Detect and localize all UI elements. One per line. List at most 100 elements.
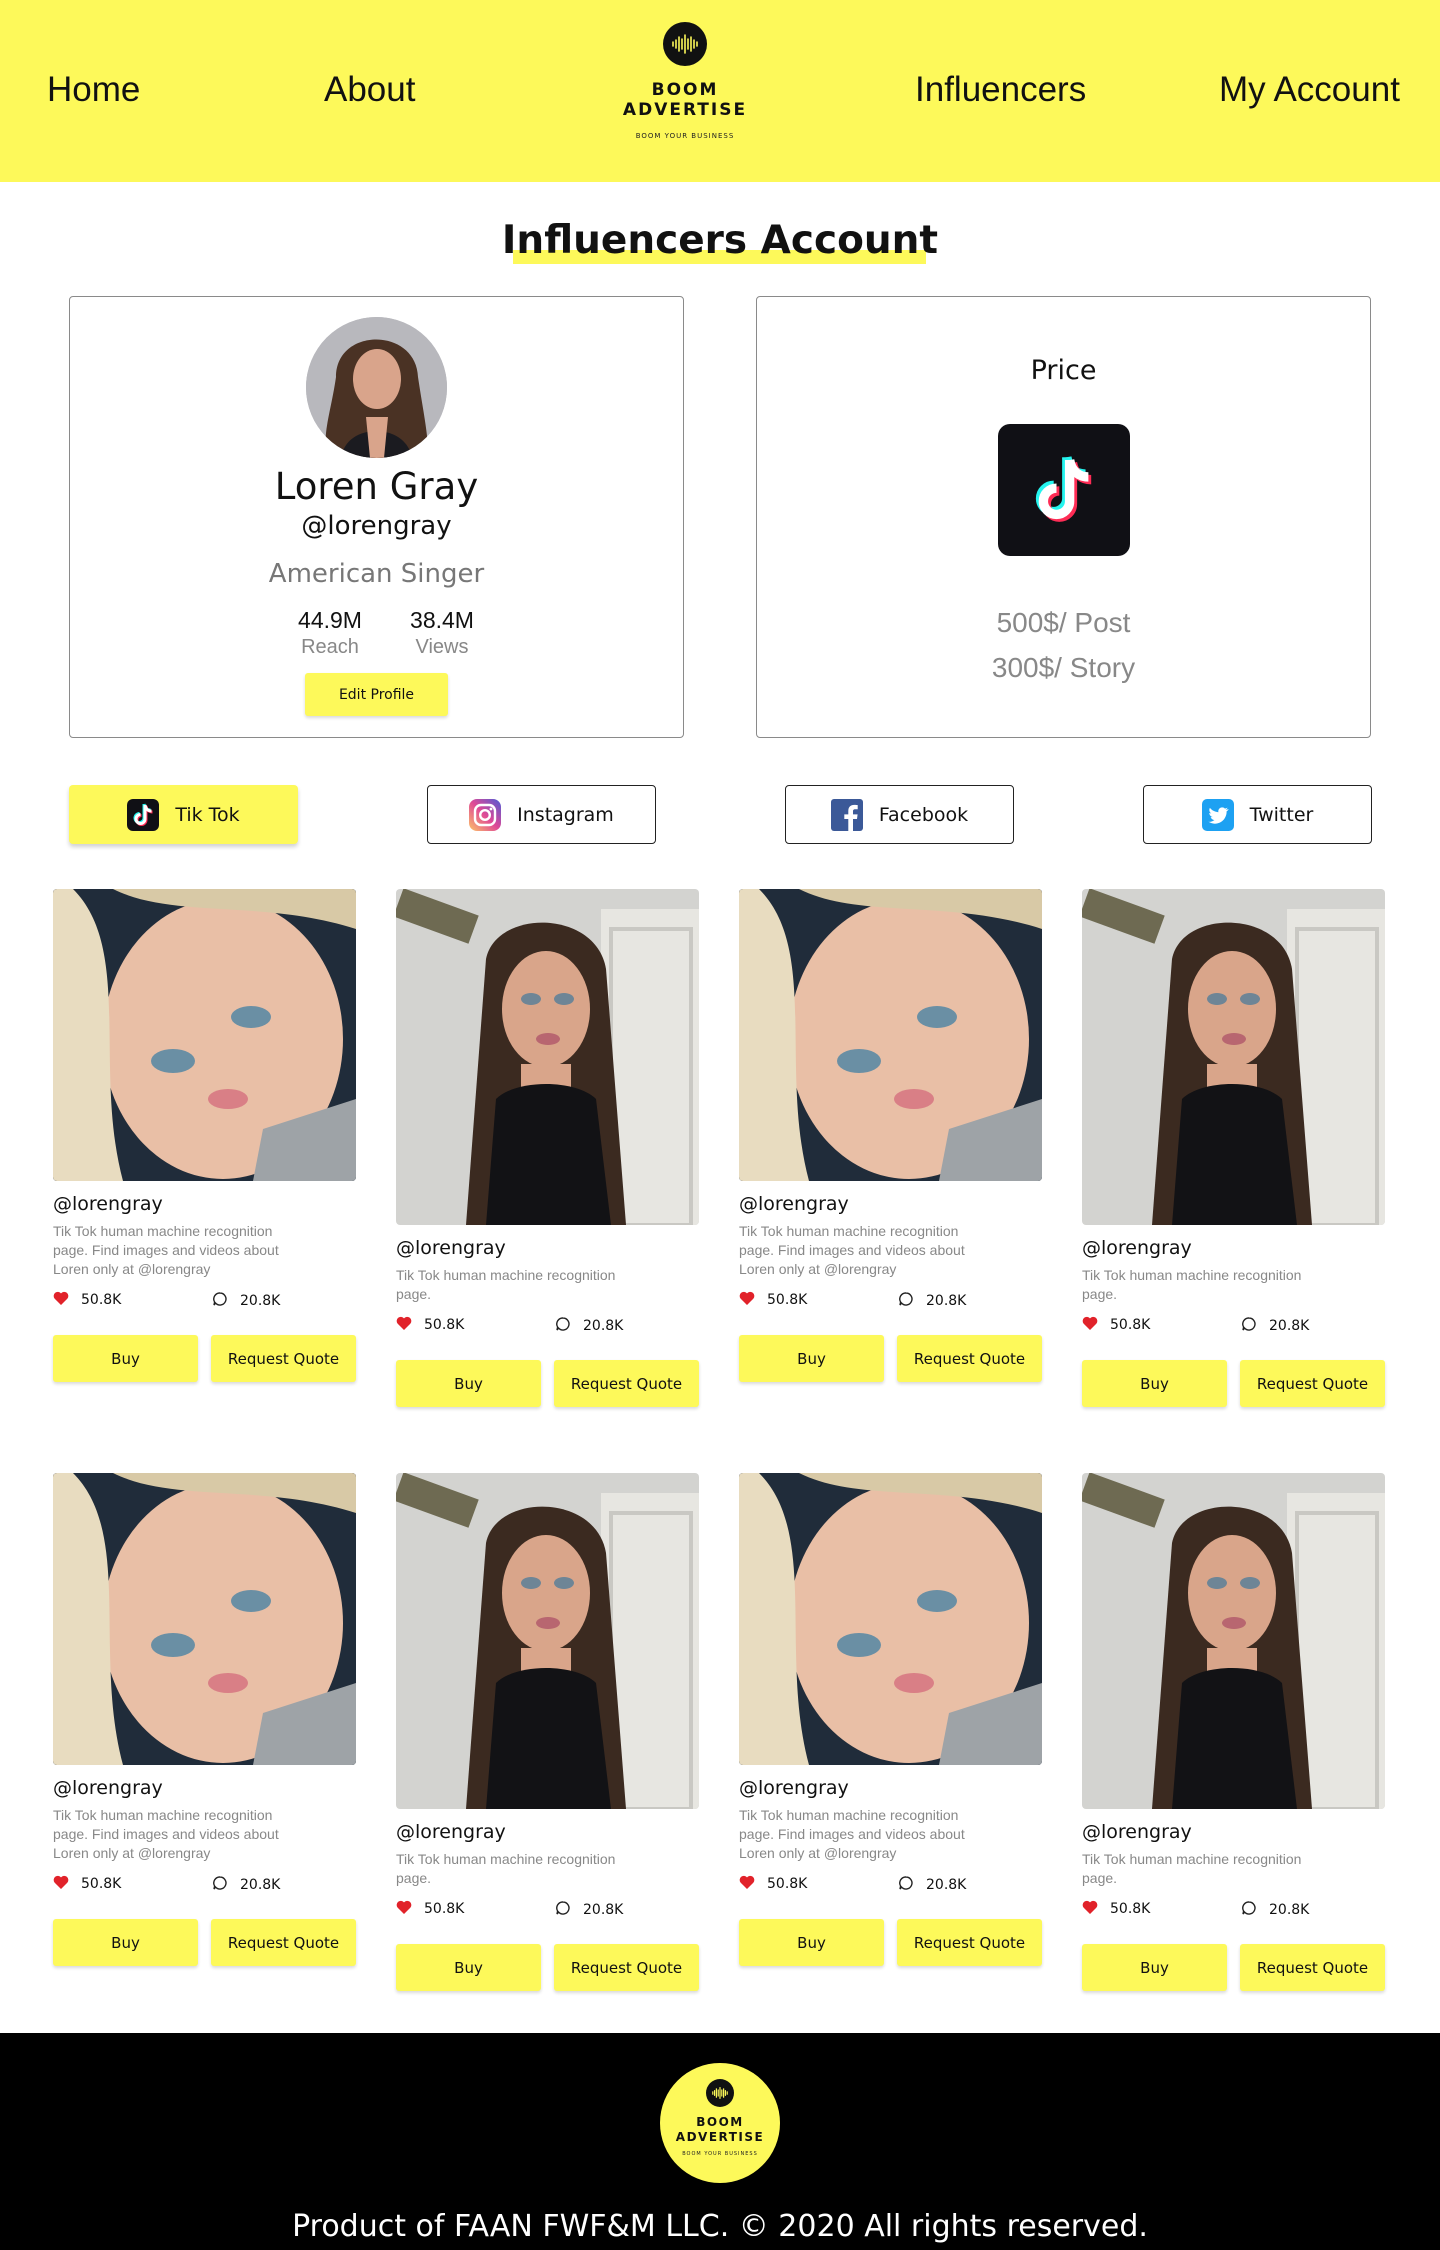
edit-profile-button[interactable]: Edit Profile [305, 673, 448, 716]
page-title: Influencers Account [501, 218, 939, 263]
tab-tiktok-label: Tik Tok [175, 803, 240, 826]
tab-tiktok[interactable]: Tik Tok [69, 785, 298, 844]
post-likes[interactable]: 50.8K [53, 1875, 121, 1893]
request-quote-button[interactable]: Request Quote [211, 1919, 356, 1966]
comments-count: 20.8K [240, 1293, 281, 1309]
nav-influencers[interactable]: Influencers [915, 70, 1086, 110]
post-description: Tik Tok human machine recognition page. … [739, 1223, 965, 1277]
post-image[interactable] [396, 889, 699, 1225]
post-likes[interactable]: 50.8K [53, 1291, 121, 1309]
nav-home[interactable]: Home [47, 70, 140, 110]
post-image[interactable] [1082, 889, 1385, 1225]
comments-count: 20.8K [240, 1877, 281, 1893]
post-actions: Buy Request Quote [396, 1360, 699, 1408]
post-comments[interactable]: 20.8K [555, 1316, 623, 1336]
buy-button[interactable]: Buy [396, 1944, 541, 1991]
tab-instagram-label: Instagram [517, 803, 614, 826]
tiktok-icon [998, 424, 1130, 556]
post-image[interactable] [739, 1473, 1042, 1765]
post-stats: 50.8K 20.8K [396, 1900, 699, 1922]
stat-reach-value: 44.9M [298, 607, 362, 633]
tab-instagram[interactable]: Instagram [427, 785, 656, 844]
post-image[interactable] [53, 1473, 356, 1765]
post-handle: @lorengray [739, 1193, 849, 1215]
post-stats: 50.8K 20.8K [739, 1291, 1042, 1313]
footer-logo[interactable]: BOOM ADVERTISE BOOM YOUR BUSINESS [660, 2063, 780, 2183]
post-stats: 50.8K 20.8K [1082, 1900, 1385, 1922]
comments-count: 20.8K [583, 1902, 624, 1918]
post-description: Tik Tok human machine recognition page. [1082, 1851, 1302, 1886]
post-image[interactable] [53, 889, 356, 1181]
heart-icon [739, 1875, 755, 1893]
comment-icon [555, 1316, 571, 1336]
request-quote-button[interactable]: Request Quote [897, 1335, 1042, 1382]
comment-icon [898, 1875, 914, 1895]
price-title: Price [1030, 355, 1097, 386]
post-handle: @lorengray [1082, 1821, 1192, 1843]
buy-button[interactable]: Buy [53, 1335, 198, 1382]
likes-count: 50.8K [81, 1876, 122, 1892]
request-quote-button[interactable]: Request Quote [1240, 1944, 1385, 1991]
heart-icon [1082, 1900, 1098, 1918]
logo-tagline: BOOM YOUR BUSINESS [635, 132, 735, 140]
nav-my-account[interactable]: My Account [1219, 70, 1400, 110]
post-comments[interactable]: 20.8K [898, 1875, 966, 1895]
tab-twitter-label: Twitter [1249, 803, 1314, 826]
post-image[interactable] [739, 889, 1042, 1181]
request-quote-button[interactable]: Request Quote [554, 1944, 699, 1991]
post-comments[interactable]: 20.8K [555, 1900, 623, 1920]
post-handle: @lorengray [1082, 1237, 1192, 1259]
comments-count: 20.8K [926, 1877, 967, 1893]
likes-count: 50.8K [81, 1292, 122, 1308]
post-likes[interactable]: 50.8K [1082, 1900, 1150, 1918]
request-quote-button[interactable]: Request Quote [897, 1919, 1042, 1966]
post-card: @lorengray Tik Tok human machine recogni… [739, 1473, 1042, 1967]
price-card: Price 500$/ Post 300$/ Story [756, 296, 1371, 738]
buy-button[interactable]: Buy [739, 1335, 884, 1382]
post-image[interactable] [1082, 1473, 1385, 1809]
buy-button[interactable]: Buy [1082, 1944, 1227, 1991]
likes-count: 50.8K [424, 1317, 465, 1333]
site-footer: BOOM ADVERTISE BOOM YOUR BUSINESS Produc… [0, 2033, 1440, 2250]
post-likes[interactable]: 50.8K [396, 1316, 464, 1334]
post-comments[interactable]: 20.8K [1241, 1316, 1309, 1336]
post-likes[interactable]: 50.8K [1082, 1316, 1150, 1334]
request-quote-button[interactable]: Request Quote [554, 1360, 699, 1407]
footer-logo-line1: BOOM [696, 2115, 744, 2129]
post-handle: @lorengray [396, 1237, 506, 1259]
request-quote-button[interactable]: Request Quote [211, 1335, 356, 1382]
buy-button[interactable]: Buy [53, 1919, 198, 1966]
buy-button[interactable]: Buy [739, 1919, 884, 1966]
buy-button[interactable]: Buy [396, 1360, 541, 1407]
post-likes[interactable]: 50.8K [739, 1875, 807, 1893]
comment-icon [555, 1900, 571, 1920]
post-likes[interactable]: 50.8K [396, 1900, 464, 1918]
site-logo[interactable]: BOOM ADVERTISE BOOM YOUR BUSINESS [605, 22, 765, 140]
post-image[interactable] [396, 1473, 699, 1809]
post-actions: Buy Request Quote [739, 1919, 1042, 1967]
stat-views-value: 38.4M [410, 607, 474, 633]
request-quote-button[interactable]: Request Quote [1240, 1360, 1385, 1407]
comment-icon [1241, 1900, 1257, 1920]
comment-icon [898, 1291, 914, 1311]
post-likes[interactable]: 50.8K [739, 1291, 807, 1309]
buy-button[interactable]: Buy [1082, 1360, 1227, 1407]
logo-text-line2: ADVERTISE [622, 100, 748, 120]
post-comments[interactable]: 20.8K [1241, 1900, 1309, 1920]
tab-facebook-label: Facebook [878, 803, 969, 826]
stat-views: 38.4M Views [382, 607, 502, 659]
post-actions: Buy Request Quote [1082, 1944, 1385, 1992]
tab-facebook[interactable]: Facebook [785, 785, 1014, 844]
post-comments[interactable]: 20.8K [898, 1291, 966, 1311]
stat-views-label: Views [415, 636, 469, 658]
price-per-post: 500$/ Post [996, 607, 1131, 638]
post-description: Tik Tok human machine recognition page. [396, 1851, 616, 1886]
tab-twitter[interactable]: Twitter [1143, 785, 1372, 844]
comments-count: 20.8K [1269, 1902, 1310, 1918]
post-comments[interactable]: 20.8K [212, 1875, 280, 1895]
post-actions: Buy Request Quote [1082, 1360, 1385, 1408]
nav-about[interactable]: About [324, 70, 415, 110]
post-comments[interactable]: 20.8K [212, 1291, 280, 1311]
stat-reach: 44.9M Reach [270, 607, 390, 659]
likes-count: 50.8K [767, 1876, 808, 1892]
